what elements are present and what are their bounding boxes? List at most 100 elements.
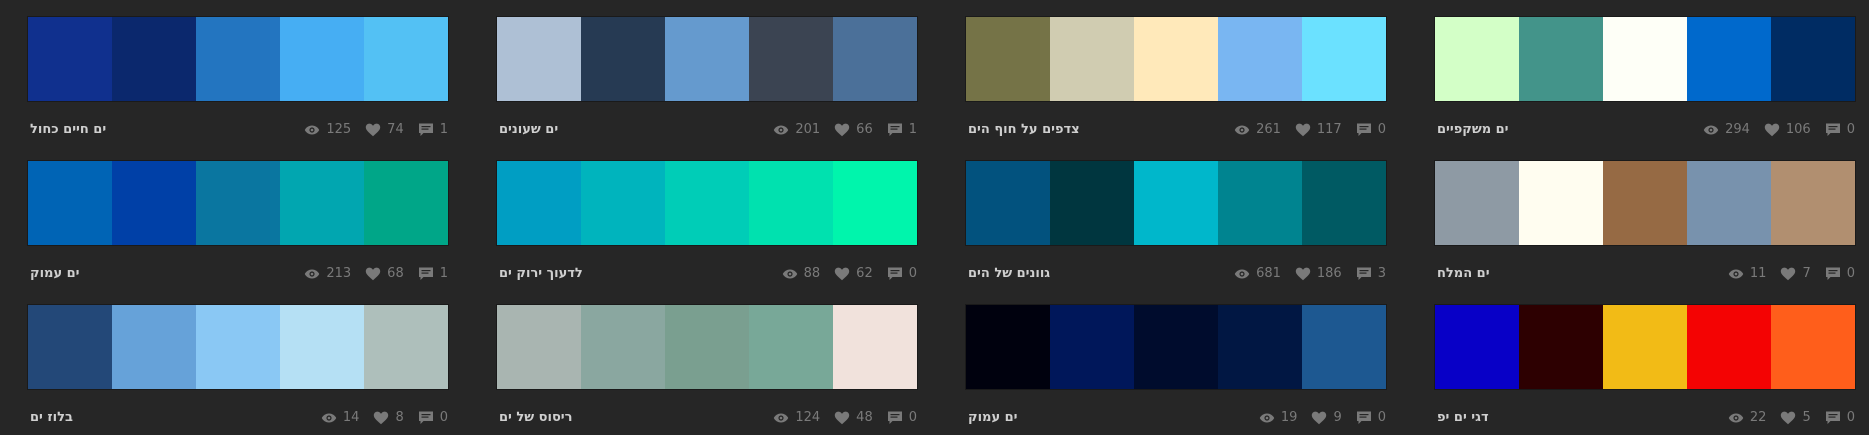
color-swatch[interactable] (1771, 17, 1855, 101)
palette-swatches[interactable] (497, 161, 917, 245)
likes-count[interactable]: 186 (1295, 265, 1342, 283)
comments-count[interactable]: 0 (1356, 121, 1386, 139)
color-swatch[interactable] (966, 305, 1050, 389)
color-swatch[interactable] (280, 161, 364, 245)
color-swatch[interactable] (280, 305, 364, 389)
color-swatch[interactable] (364, 305, 448, 389)
palette-swatches[interactable] (966, 305, 1386, 389)
palette-swatches[interactable] (966, 17, 1386, 101)
comments-count[interactable]: 0 (1825, 265, 1855, 283)
color-swatch[interactable] (1302, 305, 1386, 389)
color-swatch[interactable] (1134, 161, 1218, 245)
palette-swatches[interactable] (1435, 17, 1855, 101)
color-swatch[interactable] (364, 17, 448, 101)
palette-title[interactable]: ים עמוק (30, 265, 80, 283)
color-swatch[interactable] (1218, 305, 1302, 389)
color-swatch[interactable] (28, 161, 112, 245)
palette-title[interactable]: ריסוס של ים (499, 409, 572, 427)
comments-count[interactable]: 1 (887, 121, 917, 139)
palette-card[interactable]: 0 8 14 בלוז ים (28, 305, 448, 435)
palette-card[interactable]: 0 106 294 ים משקפיים (1435, 17, 1855, 147)
likes-count[interactable]: 117 (1295, 121, 1342, 139)
palette-swatches[interactable] (497, 305, 917, 389)
comments-count[interactable]: 0 (1825, 409, 1855, 427)
color-swatch[interactable] (497, 17, 581, 101)
likes-count[interactable]: 7 (1780, 265, 1811, 283)
likes-count[interactable]: 106 (1764, 121, 1811, 139)
color-swatch[interactable] (1771, 305, 1855, 389)
palette-title[interactable]: ים עמוק (968, 409, 1018, 427)
palette-card[interactable]: 0 5 22 דגי ים יפ (1435, 305, 1855, 435)
color-swatch[interactable] (1435, 161, 1519, 245)
comments-count[interactable]: 0 (887, 409, 917, 427)
color-swatch[interactable] (1050, 161, 1134, 245)
color-swatch[interactable] (1435, 305, 1519, 389)
palette-title[interactable]: דגי ים יפ (1437, 409, 1489, 427)
palette-card[interactable]: 0 62 88 לדעוך ירוק ים (497, 161, 917, 291)
color-swatch[interactable] (1603, 17, 1687, 101)
palette-swatches[interactable] (28, 161, 448, 245)
palette-swatches[interactable] (28, 17, 448, 101)
comments-count[interactable]: 0 (418, 409, 448, 427)
palette-title[interactable]: ים המלח (1437, 265, 1490, 283)
color-swatch[interactable] (1134, 305, 1218, 389)
color-swatch[interactable] (581, 17, 665, 101)
palette-card[interactable]: 1 68 213 ים עמוק (28, 161, 448, 291)
color-swatch[interactable] (28, 305, 112, 389)
color-swatch[interactable] (1435, 17, 1519, 101)
palette-title[interactable]: לדעוך ירוק ים (499, 265, 583, 283)
comments-count[interactable]: 0 (1356, 409, 1386, 427)
color-swatch[interactable] (1687, 161, 1771, 245)
likes-count[interactable]: 48 (834, 409, 873, 427)
palette-title[interactable]: ים משקפיים (1437, 121, 1509, 139)
color-swatch[interactable] (1050, 305, 1134, 389)
likes-count[interactable]: 62 (834, 265, 873, 283)
color-swatch[interactable] (1050, 17, 1134, 101)
likes-count[interactable]: 74 (365, 121, 404, 139)
color-swatch[interactable] (1687, 17, 1771, 101)
color-swatch[interactable] (1302, 17, 1386, 101)
color-swatch[interactable] (28, 17, 112, 101)
palette-swatches[interactable] (497, 17, 917, 101)
comments-count[interactable]: 0 (887, 265, 917, 283)
color-swatch[interactable] (1519, 305, 1603, 389)
color-swatch[interactable] (966, 17, 1050, 101)
color-swatch[interactable] (112, 17, 196, 101)
color-swatch[interactable] (665, 17, 749, 101)
likes-count[interactable]: 66 (834, 121, 873, 139)
color-swatch[interactable] (196, 305, 280, 389)
palette-title[interactable]: צדפים על חוף הים (968, 121, 1080, 139)
color-swatch[interactable] (1519, 17, 1603, 101)
color-swatch[interactable] (833, 17, 917, 101)
color-swatch[interactable] (833, 161, 917, 245)
likes-count[interactable]: 68 (365, 265, 404, 283)
color-swatch[interactable] (966, 161, 1050, 245)
color-swatch[interactable] (497, 161, 581, 245)
palette-card[interactable]: 3 186 681 גוונים של הים (966, 161, 1386, 291)
palette-card[interactable]: 0 9 19 ים עמוק (966, 305, 1386, 435)
color-swatch[interactable] (665, 305, 749, 389)
likes-count[interactable]: 9 (1311, 409, 1342, 427)
palette-swatches[interactable] (28, 305, 448, 389)
palette-swatches[interactable] (1435, 305, 1855, 389)
palette-card[interactable]: 0 48 124 ריסוס של ים (497, 305, 917, 435)
color-swatch[interactable] (665, 161, 749, 245)
palette-swatches[interactable] (1435, 161, 1855, 245)
color-swatch[interactable] (497, 305, 581, 389)
palette-title[interactable]: ים חיים כחול (30, 121, 106, 139)
palette-card[interactable]: 1 66 201 ים שעונים (497, 17, 917, 147)
comments-count[interactable]: 0 (1825, 121, 1855, 139)
color-swatch[interactable] (364, 161, 448, 245)
palette-title[interactable]: גוונים של הים (968, 265, 1050, 283)
palette-swatches[interactable] (966, 161, 1386, 245)
color-swatch[interactable] (1134, 17, 1218, 101)
color-swatch[interactable] (581, 161, 665, 245)
color-swatch[interactable] (1218, 161, 1302, 245)
comments-count[interactable]: 1 (418, 265, 448, 283)
color-swatch[interactable] (112, 161, 196, 245)
color-swatch[interactable] (196, 161, 280, 245)
color-swatch[interactable] (112, 305, 196, 389)
likes-count[interactable]: 8 (373, 409, 404, 427)
comments-count[interactable]: 3 (1356, 265, 1386, 283)
color-swatch[interactable] (1603, 305, 1687, 389)
